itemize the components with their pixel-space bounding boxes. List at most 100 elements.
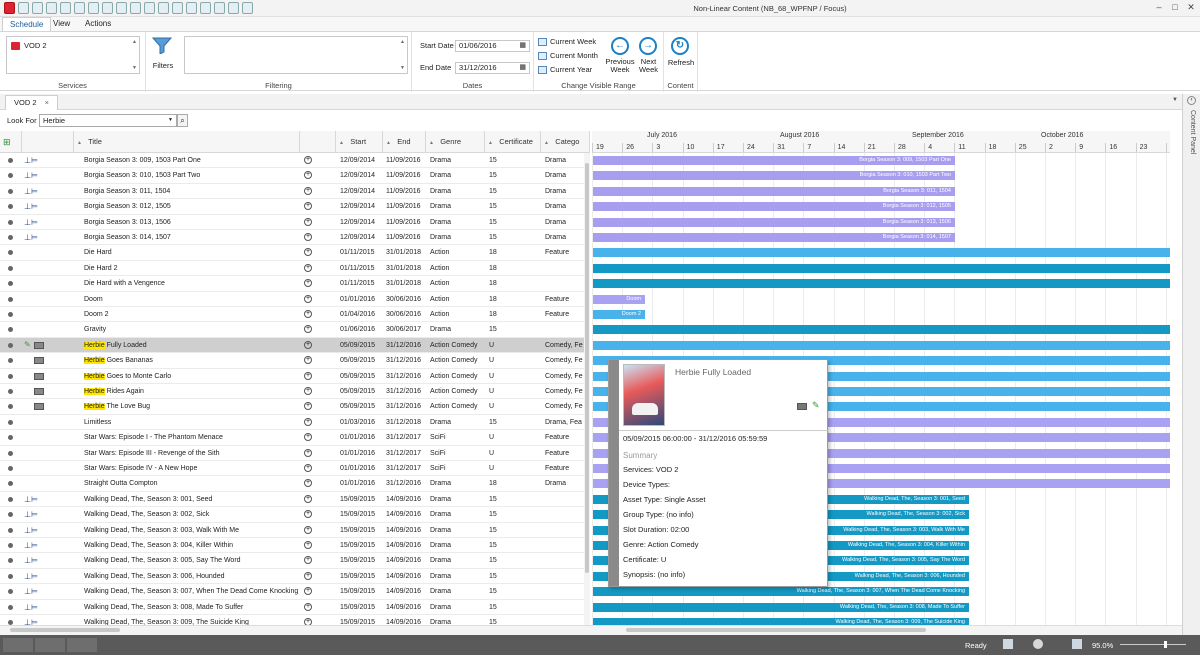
horizontal-scrollbars[interactable] xyxy=(0,625,1182,635)
current-week-button[interactable]: Current Week xyxy=(538,37,596,47)
schedule-bar[interactable]: Borgia Season 3: 011, 1504 xyxy=(593,186,955,196)
table-row[interactable]: Straight Outta Compton +01/01/2016 31/12/2… xyxy=(0,476,586,492)
save-icon[interactable] xyxy=(74,2,85,14)
next-week-label[interactable]: Next Week xyxy=(636,58,661,74)
table-row[interactable]: Herbie The Love Bug +05/09/2015 31/12/2016… xyxy=(0,399,586,415)
refresh-label[interactable]: Refresh xyxy=(664,59,698,67)
look-for-input[interactable]: Herbie ▼ xyxy=(39,114,177,127)
add-icon[interactable]: + xyxy=(304,279,312,288)
content-panel-tab[interactable]: ‹ xyxy=(1182,94,1200,635)
schedule-bar[interactable]: Walking Dead, The, Season 3: 007, When T… xyxy=(593,587,969,597)
add-icon[interactable]: + xyxy=(304,494,312,503)
start-date-field[interactable]: 01/06/2016 ▦ xyxy=(455,40,530,52)
pencil-icon[interactable]: ✎ xyxy=(812,400,820,411)
maximize-button[interactable]: □ xyxy=(1168,2,1182,14)
add-icon[interactable]: + xyxy=(304,156,312,164)
table-row[interactable]: ⊥⊨ Borgia Season 3: 010, 1503 Part Two +12… xyxy=(0,168,586,184)
table-row[interactable]: ⊥⊨ Borgia Season 3: 014, 1507 +12/09/2014 1… xyxy=(0,230,586,246)
scroll-up-icon[interactable]: ▲ xyxy=(132,39,137,45)
scroll-down-icon[interactable]: ▼ xyxy=(132,65,137,71)
table-row[interactable]: ⊥⊨ Walking Dead, The, Season 3: 005, Say … xyxy=(0,553,586,569)
refresh-icon[interactable] xyxy=(32,2,43,14)
schedule-bar[interactable]: Walking Dead, The, Season 3: 008, Made T… xyxy=(593,602,969,612)
table-row[interactable]: Herbie Goes to Monte Carlo +05/09/2015 31/… xyxy=(0,369,586,384)
add-icon[interactable]: + xyxy=(304,510,312,519)
col-end[interactable]: ▲ End xyxy=(383,131,426,153)
minimize-button[interactable]: – xyxy=(1152,2,1166,14)
table-row[interactable]: Die Hard 2 +01/11/2015 31/01/2018 Action 18 xyxy=(0,261,586,277)
more-icon[interactable] xyxy=(242,2,253,14)
add-icon[interactable]: + xyxy=(304,340,312,349)
filters-button[interactable]: Filters xyxy=(151,36,174,72)
forward-icon[interactable] xyxy=(60,2,71,14)
calendar-icon[interactable]: ▦ xyxy=(519,63,526,73)
tab-menu-icon[interactable]: ▼ xyxy=(1172,97,1178,103)
table-row[interactable]: Herbie Rides Again +05/09/2015 31/12/2016 A… xyxy=(0,384,586,400)
settings-icon[interactable] xyxy=(214,2,225,14)
schedule-bar[interactable]: Doom 2 xyxy=(593,310,645,319)
table-row[interactable]: ⊥⊨ Walking Dead, The, Season 3: 001, Seed… xyxy=(0,492,586,508)
add-icon[interactable]: + xyxy=(304,263,312,272)
close-button[interactable]: ✕ xyxy=(1184,2,1198,14)
schedule-bar[interactable]: Walking Dead, The, Season 3: 009, The Su… xyxy=(593,618,969,625)
back-icon[interactable] xyxy=(46,2,57,14)
add-icon[interactable]: + xyxy=(304,387,312,395)
schedule-bar[interactable]: Borgia Season 3: 014, 1507 xyxy=(593,233,955,242)
current-month-button[interactable]: Current Month xyxy=(538,51,598,61)
schedule-bar[interactable]: Borgia Season 3: 010, 1503 Part Two xyxy=(593,171,955,181)
pencil-icon[interactable]: ✎ xyxy=(24,340,31,349)
zoom-slider[interactable] xyxy=(1120,641,1186,648)
table2-icon[interactable] xyxy=(130,2,141,14)
timeline-scroll-thumb[interactable] xyxy=(626,628,926,632)
app-logo-icon[interactable] xyxy=(4,2,15,14)
add-icon[interactable]: + xyxy=(304,310,312,318)
add-icon[interactable]: + xyxy=(304,525,312,534)
add-icon[interactable]: + xyxy=(304,571,312,580)
pdf-icon[interactable] xyxy=(200,2,211,14)
add-icon[interactable]: + xyxy=(304,294,312,303)
table-row[interactable]: Star Wars: Episode III - Revenge of the … xyxy=(0,446,586,461)
add-icon[interactable]: + xyxy=(304,448,312,457)
schedule-bar[interactable]: Borgia Season 3: 013, 1506 xyxy=(593,217,955,227)
table-row[interactable]: Gravity +01/06/2016 30/06/2017 Drama 15 xyxy=(0,322,586,338)
close-tab-icon[interactable]: × xyxy=(45,98,49,107)
add-icon[interactable]: + xyxy=(304,417,312,426)
add-icon[interactable]: + xyxy=(304,217,312,226)
add-icon[interactable]: + xyxy=(304,464,312,472)
col-actions[interactable] xyxy=(300,131,336,153)
wizard-icon[interactable] xyxy=(88,2,99,14)
table-row[interactable]: Star Wars: Episode IV - A New Hope +01/01… xyxy=(0,461,586,477)
collapse-panel-icon[interactable]: ‹ xyxy=(1187,96,1196,105)
table-row[interactable]: ⊥⊨ Walking Dead, The, Season 3: 009, The … xyxy=(0,615,586,625)
table-row[interactable]: ⊥⊨ Borgia Season 3: 012, 1505 +12/09/2014 1… xyxy=(0,199,586,215)
add-icon[interactable]: + xyxy=(304,371,312,380)
filter-list[interactable]: ▲ ▼ xyxy=(184,36,408,74)
add-icon[interactable]: + xyxy=(304,356,312,365)
table-row[interactable]: ⊥⊨ Walking Dead, The, Season 3: 004, Kill… xyxy=(0,538,586,554)
add-icon[interactable]: + xyxy=(304,556,312,565)
search-icon[interactable]: ⌕ xyxy=(177,114,188,127)
excel-icon[interactable] xyxy=(186,2,197,14)
grid-vertical-scrollbar[interactable] xyxy=(584,153,590,625)
add-icon[interactable]: + xyxy=(304,433,312,442)
table-row[interactable]: ⊥⊨ Borgia Season 3: 011, 1504 +12/09/2014 1… xyxy=(0,184,586,200)
grid-scroll-thumb[interactable] xyxy=(10,628,120,632)
previous-week-icon[interactable]: ← xyxy=(611,37,629,55)
col-genre[interactable]: ▲ Genre xyxy=(426,131,485,153)
table3-icon[interactable] xyxy=(144,2,155,14)
current-year-button[interactable]: Current Year xyxy=(538,65,592,75)
add-icon[interactable]: + xyxy=(304,248,312,257)
scroll-up-icon[interactable]: ▲ xyxy=(400,39,405,45)
calendar-icon[interactable]: ▦ xyxy=(519,41,526,51)
schedule-bar[interactable]: Borgia Season 3: 012, 1505 xyxy=(593,202,955,212)
services-list[interactable]: VOD 2 ▲ ▼ xyxy=(6,36,140,74)
doc-tab-vod2[interactable]: VOD 2 × xyxy=(5,95,58,110)
schedule-bar[interactable] xyxy=(593,263,1170,273)
previous-week-label[interactable]: Previous Week xyxy=(605,58,635,74)
grid-icon[interactable] xyxy=(102,2,113,14)
col-certificate[interactable]: ▲ Certificate xyxy=(485,131,541,153)
end-date-field[interactable]: 31/12/2016 ▦ xyxy=(455,62,530,74)
add-icon[interactable]: + xyxy=(304,587,312,596)
globe-icon[interactable] xyxy=(1033,639,1043,649)
table-row[interactable]: Limitless +01/03/2016 31/12/2018 Drama 15 Dra… xyxy=(0,415,586,431)
